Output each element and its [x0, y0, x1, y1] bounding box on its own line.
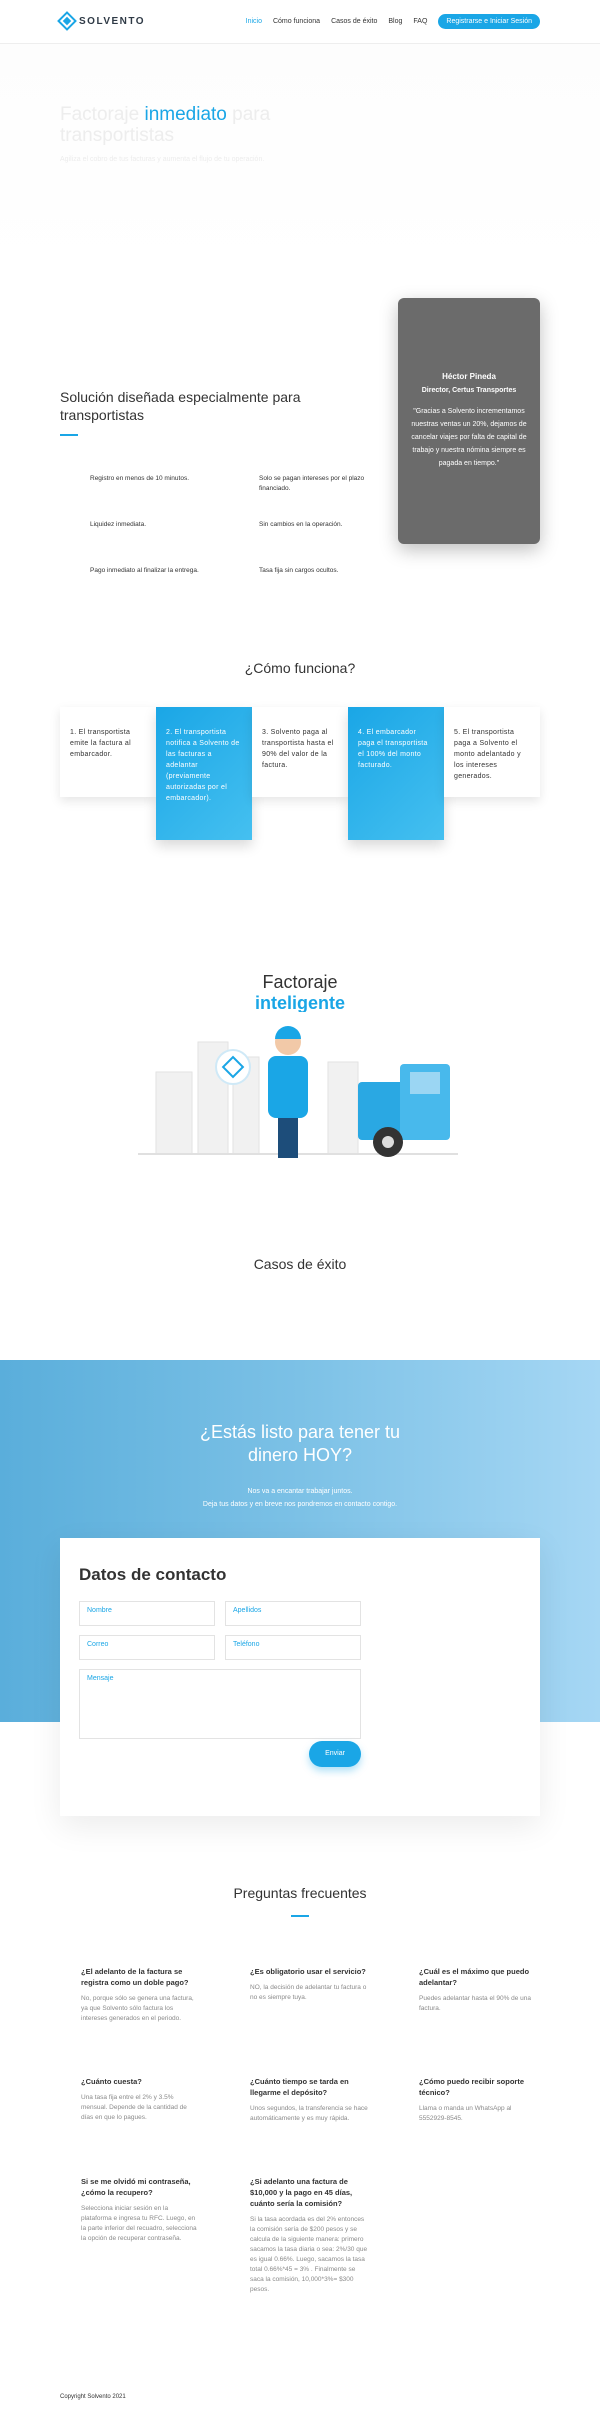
faq-answer: NO, la decisión de adelantar tu factura … — [250, 1984, 367, 2001]
feature-item: Liquidez inmediata. — [90, 521, 147, 528]
cta-sub-line1: Nos va a encantar trabajar juntos. — [247, 1488, 353, 1495]
step-card: 3. Solvento paga al transportista hasta … — [252, 707, 348, 797]
faq-divider — [291, 1915, 309, 1917]
telefono-field[interactable]: Teléfono — [225, 1635, 361, 1660]
nav-blog[interactable]: Blog — [388, 18, 402, 25]
faq-question: Si se me olvidó mi contraseña, ¿cómo la … — [81, 2177, 191, 2197]
testimonial-card: Héctor Pineda Director, Certus Transport… — [398, 298, 540, 544]
faq-item: ¿Cuánto tiempo se tarda en llegarme el d… — [250, 2076, 368, 2124]
cta-sub-line2: Deja tus datos y en breve nos pondremos … — [202, 1501, 398, 1508]
nav-inicio[interactable]: Inicio — [246, 18, 262, 25]
send-button[interactable]: Enviar — [309, 1741, 361, 1767]
title-divider — [60, 434, 78, 436]
faq-question: ¿Cuál es el máximo que puedo adelantar? — [419, 1967, 530, 1987]
factoraje-title-accent: inteligente — [254, 993, 345, 1013]
feature-item: Tasa fija sin cargos ocultos. — [259, 567, 339, 574]
feature-item: Solo se pagan intereses por el plazo fin… — [259, 475, 365, 492]
solution-title: Solución diseñada especialmente para tra… — [60, 389, 301, 423]
feature-item: Registro en menos de 10 minutos. — [90, 475, 189, 482]
faq-item: ¿Cuál es el máximo que puedo adelantar? … — [419, 1966, 537, 2014]
step-card: 2. El transportista notifica a Solvento … — [156, 707, 252, 840]
nombre-field[interactable]: Nombre — [79, 1601, 215, 1626]
testimonial-quote: "Gracias a Solvento incrementamos nuestr… — [411, 408, 527, 467]
apellidos-field[interactable]: Apellidos — [225, 1601, 361, 1626]
nav-faq[interactable]: FAQ — [413, 18, 427, 25]
cta-subtitle: Nos va a encantar trabajar juntos. Deja … — [0, 1485, 600, 1511]
contact-title: Datos de contacto — [79, 1565, 227, 1584]
how-title: ¿Cómo funciona? — [244, 660, 356, 676]
faq-question: ¿Cómo puedo recibir soporte técnico? — [419, 2077, 525, 2097]
hero-title: Factoraje inmediato para transportistas — [60, 104, 320, 146]
testimonial-name: Héctor Pineda — [442, 372, 496, 381]
faq-item: ¿Si adelanto una factura de $10,000 y la… — [250, 2176, 368, 2295]
faq-item: ¿Es obligatorio usar el servicio? NO, la… — [250, 1966, 368, 2003]
nav-casos-exito[interactable]: Casos de éxito — [331, 18, 377, 25]
feature-item: Sin cambios en la operación. — [259, 521, 343, 528]
faq-item: ¿El adelanto de la factura se registra c… — [81, 1966, 199, 2024]
faq-answer: Puedes adelantar hasta el 90% de una fac… — [419, 1995, 532, 2012]
hero-title-accent: inmediato — [144, 104, 227, 125]
faq-answer: Selecciona iniciar sesión en la platafor… — [81, 2205, 197, 2242]
correo-field[interactable]: Correo — [79, 1635, 215, 1660]
register-login-button[interactable]: Registrarse e Iniciar Sesión — [438, 14, 540, 29]
faq-answer: No, porque sólo se genera una factura, y… — [81, 1995, 194, 2022]
step-card: 4. El embarcador paga el transportista e… — [348, 707, 444, 840]
main-nav: Inicio Cómo funciona Casos de éxito Blog… — [246, 14, 540, 29]
faq-answer: Unos segundos, la transferencia se hace … — [250, 2105, 368, 2122]
faq-item: ¿Cuánto cuesta? Una tasa fija entre el 2… — [81, 2076, 199, 2123]
cta-title-text: ¿Estás listo para tener tu dinero HOY? — [199, 1422, 401, 1465]
faq-title: Preguntas frecuentes — [233, 1885, 367, 1901]
nav-como-funciona[interactable]: Cómo funciona — [273, 18, 320, 25]
faq-question: ¿Es obligatorio usar el servicio? — [250, 1967, 366, 1976]
faq-question: ¿Cuánto cuesta? — [81, 2077, 142, 2086]
step-card: 1. El transportista emite la factura al … — [60, 707, 156, 797]
step-card: 5. El transportista paga a Solvento el m… — [444, 707, 540, 797]
logo-icon — [57, 11, 77, 31]
hero-section: Factoraje inmediato para transportistas … — [0, 44, 600, 274]
faq-item: Si se me olvidó mi contraseña, ¿cómo la … — [81, 2176, 199, 2244]
faq-question: ¿Si adelanto una factura de $10,000 y la… — [250, 2177, 353, 2208]
factoraje-title-text: Factoraje — [262, 972, 338, 992]
faq-item: ¿Cómo puedo recibir soporte técnico? Lla… — [419, 2076, 537, 2124]
contact-card: Datos de contacto Nombre Apellidos Corre… — [60, 1538, 540, 1816]
hero-title-pre: Factoraje — [60, 104, 140, 125]
faq-answer: Llama o manda un WhatsApp al 5552929-854… — [419, 2105, 512, 2122]
factoraje-title: Factoraje inteligente — [0, 972, 600, 1014]
hero-subtitle: Agiliza el cobro de tus facturas y aumen… — [60, 156, 265, 163]
cta-title: ¿Estás listo para tener tu dinero HOY? — [0, 1421, 600, 1467]
testimonial-role: Director, Certus Transportes — [421, 387, 517, 394]
truck-driver-illustration — [138, 1012, 458, 1164]
faq-answer: Una tasa fija entre el 2% y 3.5% mensual… — [81, 2094, 187, 2121]
site-header: SOLVENTO Inicio Cómo funciona Casos de é… — [0, 0, 600, 44]
success-cases-title: Casos de éxito — [253, 1256, 347, 1272]
faq-answer: Si la tasa acordada es del 2% entonces l… — [250, 2216, 368, 2293]
feature-item: Pago inmediato al finalizar la entrega. — [90, 567, 199, 574]
copyright: Copyright Solvento 2021 — [60, 2394, 126, 2400]
logo[interactable]: SOLVENTO — [57, 11, 146, 31]
faq-question: ¿El adelanto de la factura se registra c… — [81, 1967, 189, 1987]
faq-question: ¿Cuánto tiempo se tarda en llegarme el d… — [250, 2077, 349, 2097]
logo-text: SOLVENTO — [79, 15, 146, 27]
mensaje-field[interactable]: Mensaje — [79, 1669, 361, 1739]
